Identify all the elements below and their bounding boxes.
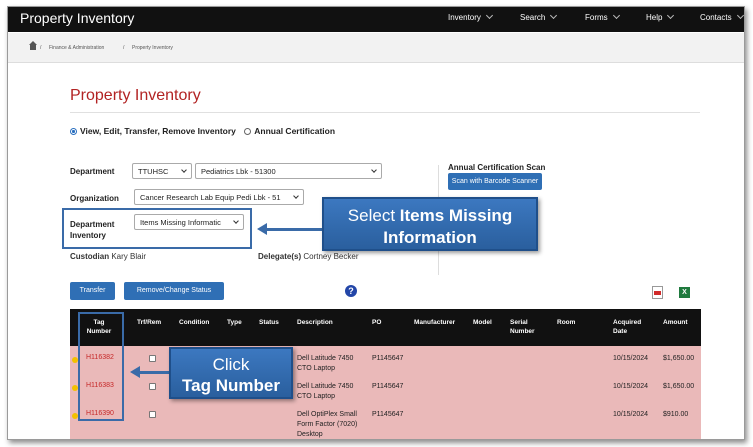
acquired-cell: 10/15/2024 xyxy=(613,383,649,390)
breadcrumb-property-inventory[interactable]: Property Inventory xyxy=(132,45,173,51)
amount-cell: $1,650.00 xyxy=(663,383,695,390)
nav-help[interactable]: Help xyxy=(646,11,675,22)
arrow-left-icon xyxy=(257,223,267,235)
scan-barcode-button[interactable]: Scan with Barcode Scanner xyxy=(448,173,542,190)
brand-title[interactable]: Property Inventory xyxy=(20,10,134,26)
po-cell: P1145647 xyxy=(372,411,404,418)
amount-cell: $910.00 xyxy=(663,411,689,418)
organization-select[interactable]: Cancer Research Lab Equip Pedi Lbk - 51 xyxy=(134,189,304,205)
custodian: Custodian Kary Blair xyxy=(70,252,147,261)
callout-items-missing: Select Items Missing Information xyxy=(322,197,538,251)
chevron-down-icon xyxy=(736,11,744,20)
chevron-down-icon xyxy=(667,11,675,20)
table-row[interactable]: H116390 Dell OptiPlex Small Form Factor … xyxy=(70,402,701,439)
radio-view-edit[interactable]: View, Edit, Transfer, Remove Inventory xyxy=(70,126,236,136)
description-cell: Dell Latitude 7450 CTO Laptop xyxy=(297,383,354,400)
col-description[interactable]: Description xyxy=(297,318,333,327)
chevron-down-icon xyxy=(371,167,377,173)
amount-cell: $1,650.00 xyxy=(663,355,695,362)
callout-click-tag: Click Tag Number xyxy=(169,347,293,399)
radio-selected-icon[interactable] xyxy=(70,128,77,135)
app-window: Property Inventory Inventory Search Form… xyxy=(7,6,745,440)
breadcrumb-finance[interactable]: Finance & Administration xyxy=(49,45,104,51)
delegates: Delegate(s) Cortney Becker xyxy=(258,252,359,261)
transfer-button[interactable]: Transfer xyxy=(70,282,115,300)
table-row[interactable]: H116382 Dell Latitude 7450 CTO Laptop P1… xyxy=(70,346,701,374)
top-navbar: Property Inventory Inventory Search Form… xyxy=(8,7,744,32)
divider xyxy=(70,112,700,113)
tag-number-highlight xyxy=(78,312,124,421)
col-model[interactable]: Model xyxy=(473,318,492,327)
arrow-left-icon xyxy=(130,366,140,378)
row-checkbox[interactable] xyxy=(149,383,156,390)
pdf-export-icon[interactable] xyxy=(652,286,663,299)
chevron-down-icon xyxy=(612,11,620,20)
help-icon[interactable]: ? xyxy=(345,285,357,297)
col-room[interactable]: Room xyxy=(557,318,575,327)
row-checkbox[interactable] xyxy=(149,355,156,362)
dept-inventory-highlight xyxy=(62,208,252,249)
po-cell: P1145647 xyxy=(372,355,404,362)
arrow-line xyxy=(266,228,322,231)
nav-forms[interactable]: Forms xyxy=(585,11,620,22)
department-select[interactable]: TTUHSC xyxy=(132,163,192,179)
acquired-cell: 10/15/2024 xyxy=(613,411,649,418)
remove-change-status-button[interactable]: Remove/Change Status xyxy=(124,282,224,300)
col-manufacturer[interactable]: Manufacturer xyxy=(414,318,455,327)
col-status[interactable]: Status xyxy=(259,318,279,327)
col-condition[interactable]: Condition xyxy=(179,318,209,327)
mode-radio-group: View, Edit, Transfer, Remove Inventory A… xyxy=(70,126,335,136)
table-header: Tag Number Trf/Rem Condition Type Status… xyxy=(70,309,701,346)
organization-label: Organization xyxy=(70,194,119,203)
nav-contacts[interactable]: Contacts xyxy=(700,11,744,22)
nav-inventory[interactable]: Inventory xyxy=(448,11,493,22)
chevron-down-icon xyxy=(550,11,558,20)
chevron-down-icon xyxy=(181,167,187,173)
page-title: Property Inventory xyxy=(70,87,201,104)
col-serial-number[interactable]: Serial Number xyxy=(510,318,540,336)
department-label: Department xyxy=(70,167,115,176)
annual-cert-label: Annual Certification Scan xyxy=(448,163,546,172)
col-amount[interactable]: Amount xyxy=(663,318,688,327)
col-acquired-date[interactable]: Acquired Date xyxy=(613,318,645,336)
col-po[interactable]: PO xyxy=(372,318,381,327)
radio-annual-certification[interactable]: Annual Certification xyxy=(244,126,335,136)
radio-unselected-icon[interactable] xyxy=(244,128,252,135)
home-icon[interactable] xyxy=(29,41,37,50)
description-cell: Dell OptiPlex Small Form Factor (7020) D… xyxy=(297,411,358,438)
acquired-cell: 10/15/2024 xyxy=(613,355,649,362)
excel-export-icon[interactable]: X xyxy=(679,287,690,298)
row-checkbox[interactable] xyxy=(149,411,156,418)
table-row[interactable]: H116383 Dell Latitude 7450 CTO Laptop P1… xyxy=(70,374,701,402)
po-cell: P1145647 xyxy=(372,383,404,390)
col-type[interactable]: Type xyxy=(227,318,242,327)
chevron-down-icon xyxy=(293,193,299,199)
arrow-line xyxy=(139,371,170,374)
breadcrumb: / Finance & Administration / Property In… xyxy=(8,33,744,63)
description-cell: Dell Latitude 7450 CTO Laptop xyxy=(297,355,354,372)
department-sub-select[interactable]: Pediatrics Lbk - 51300 xyxy=(195,163,382,179)
nav-search[interactable]: Search xyxy=(520,11,558,22)
col-trf-rem[interactable]: Trf/Rem xyxy=(137,318,161,327)
chevron-down-icon xyxy=(485,11,493,20)
